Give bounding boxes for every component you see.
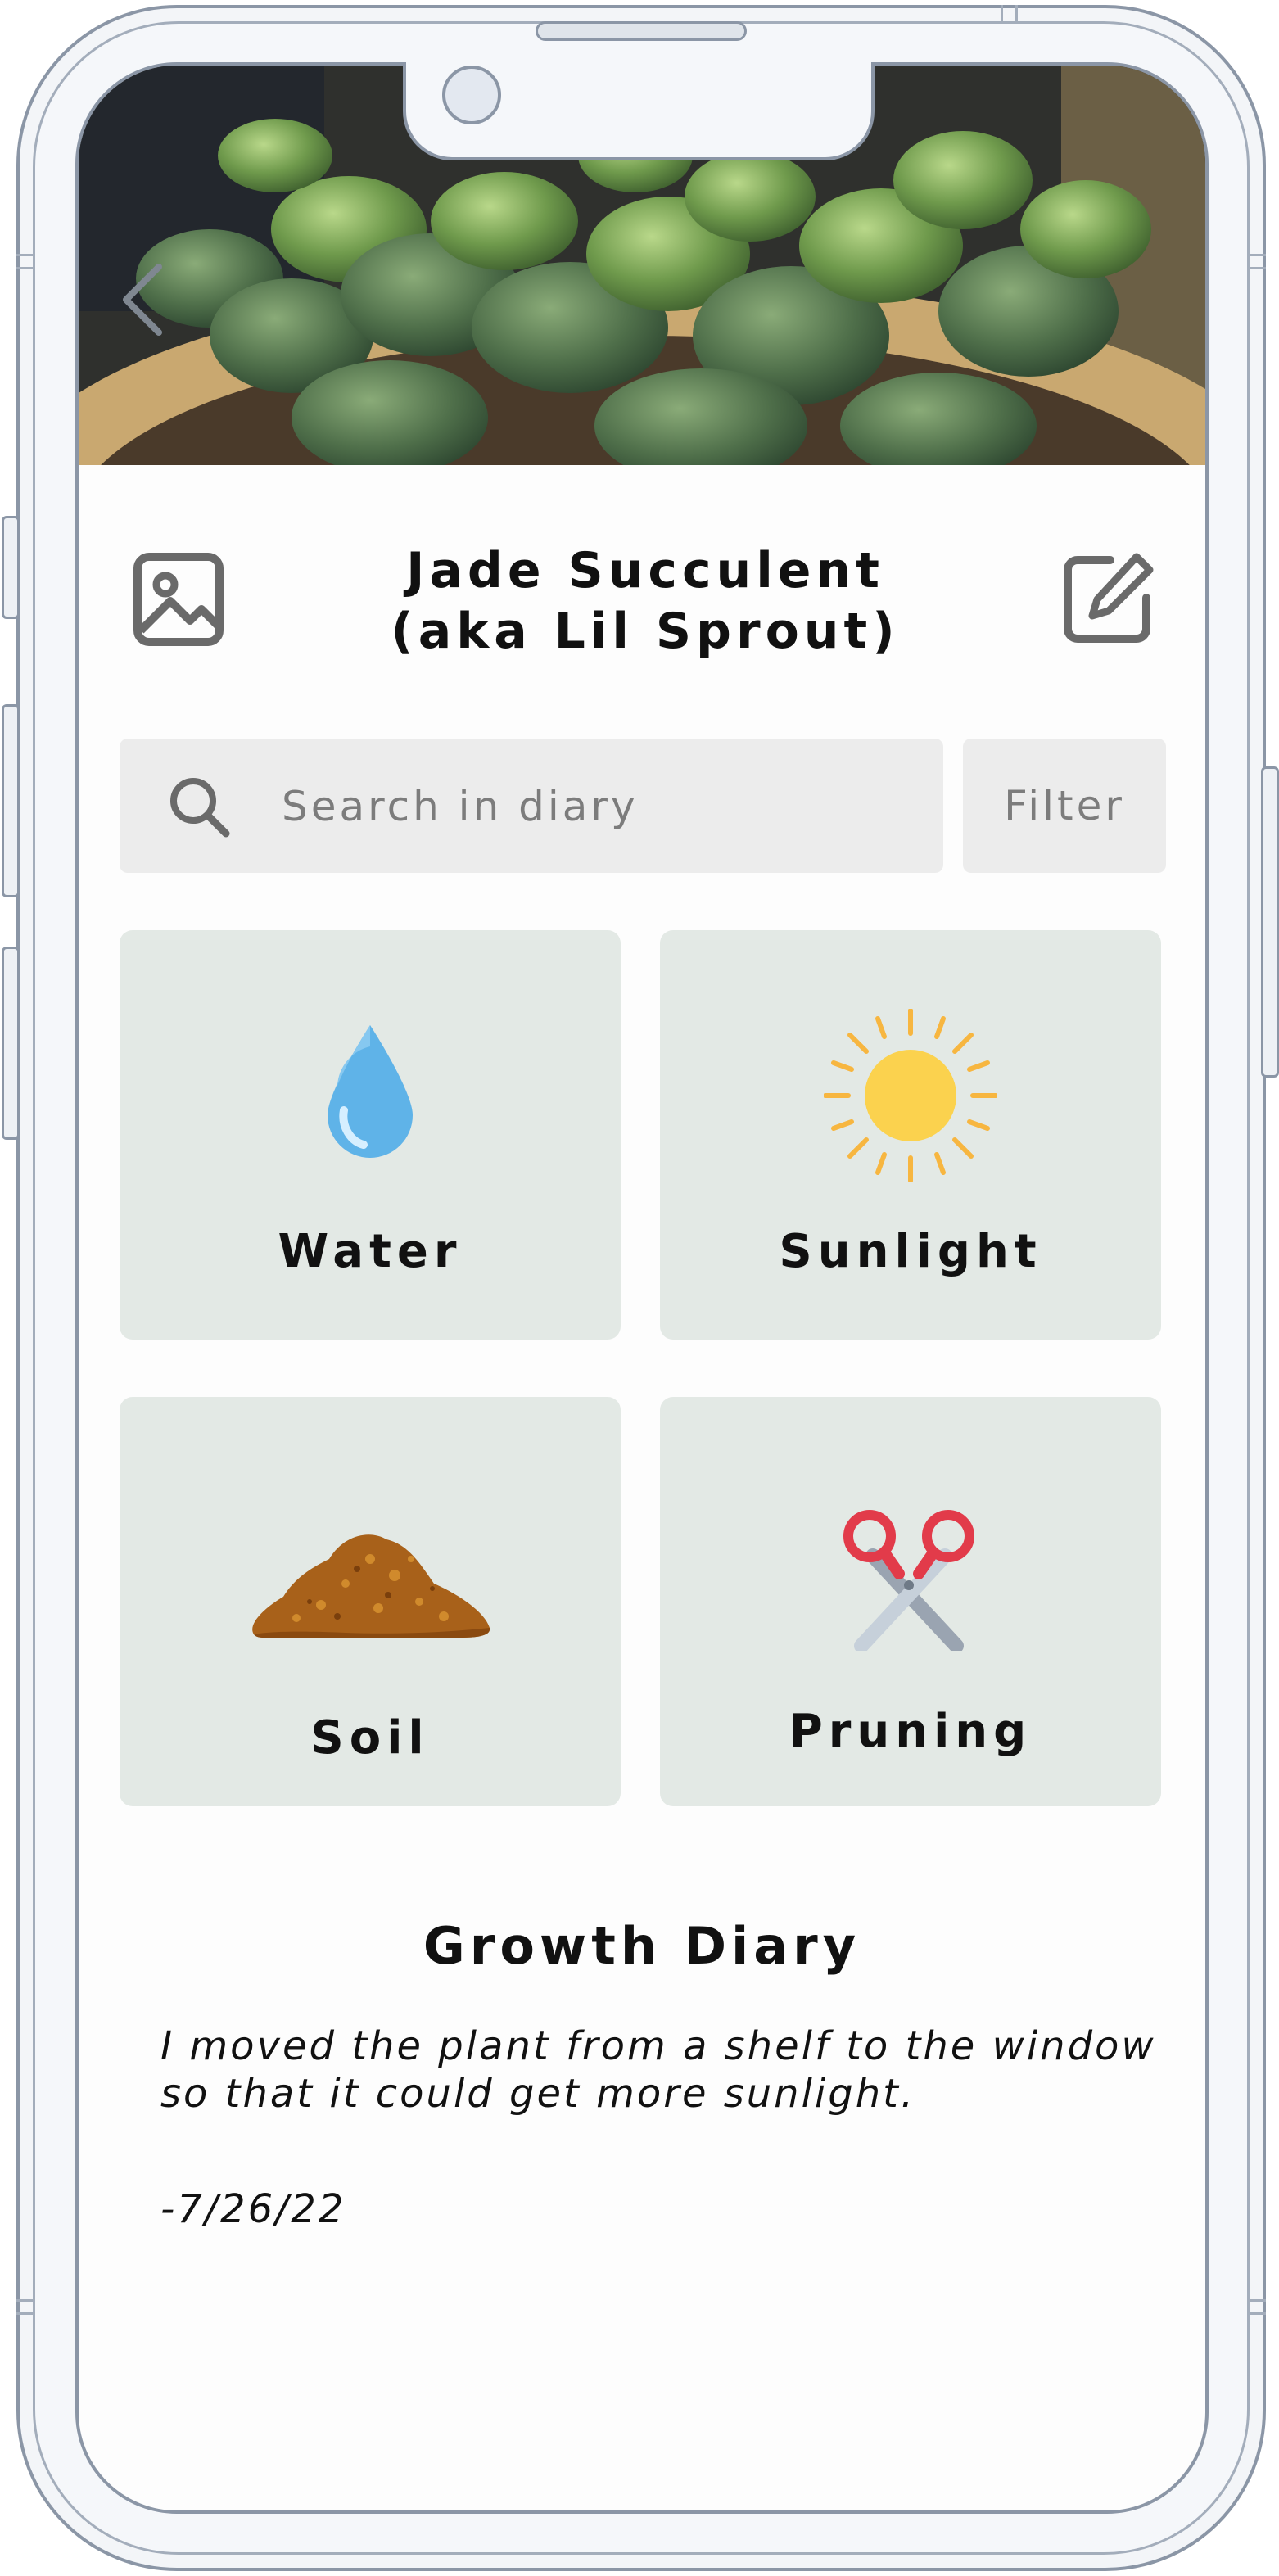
power-button xyxy=(1261,766,1279,1078)
antenna-band xyxy=(1015,5,1018,23)
antenna-band xyxy=(1248,2312,1266,2315)
edit-pencil-icon xyxy=(1064,553,1154,643)
filter-button[interactable]: Filter xyxy=(963,739,1166,873)
care-tile-sunlight[interactable]: Sunlight xyxy=(660,930,1161,1340)
care-tile-label: Pruning xyxy=(789,1705,1033,1758)
plant-title-line2: (aka Lil Sprout) xyxy=(391,603,900,660)
diary-entry-text: I moved the plant from a shelf to the wi… xyxy=(160,2023,1156,2117)
antenna-band xyxy=(16,254,34,256)
volume-up-button xyxy=(2,704,20,897)
care-tile-water[interactable]: Water xyxy=(120,930,621,1340)
antenna-band xyxy=(1248,254,1266,256)
diary-entry-date: -7/26/22 xyxy=(160,2186,346,2232)
antenna-band xyxy=(1001,5,1003,23)
scissors-icon xyxy=(843,1510,974,1651)
search-icon xyxy=(170,778,230,838)
care-tile-label: Water xyxy=(278,1225,463,1278)
change-photo-button[interactable] xyxy=(133,552,224,647)
soil-pile-icon xyxy=(252,1534,490,1638)
antenna-band xyxy=(1248,2299,1266,2302)
growth-diary-heading: Growth Diary xyxy=(423,1916,861,1976)
volume-down-button xyxy=(2,947,20,1140)
care-tile-pruning[interactable]: Pruning xyxy=(660,1397,1161,1806)
care-tile-soil[interactable]: Soil xyxy=(120,1397,621,1806)
sun-icon xyxy=(824,1009,997,1182)
back-button[interactable] xyxy=(115,259,174,341)
plant-title-line1: Jade Succulent xyxy=(406,542,884,599)
phone-screen: Jade Succulent (aka Lil Sprout) Filter W… xyxy=(75,62,1209,2514)
gallery-image-icon xyxy=(133,553,224,646)
antenna-band xyxy=(1248,267,1266,269)
care-tile-label: Sunlight xyxy=(779,1225,1042,1278)
back-chevron-icon xyxy=(123,264,162,336)
antenna-band xyxy=(16,267,34,269)
front-camera xyxy=(442,66,501,124)
plant-title: Jade Succulent (aka Lil Sprout) xyxy=(292,540,999,662)
edit-button[interactable] xyxy=(1061,550,1156,645)
search-input[interactable] xyxy=(280,739,922,874)
antenna-band xyxy=(16,2299,34,2302)
antenna-band xyxy=(16,2312,34,2315)
care-tile-label: Soil xyxy=(310,1711,430,1765)
water-drop-icon xyxy=(328,1025,413,1158)
mute-switch xyxy=(2,516,20,619)
search-bar[interactable] xyxy=(120,739,943,874)
speaker-grille xyxy=(536,21,747,41)
